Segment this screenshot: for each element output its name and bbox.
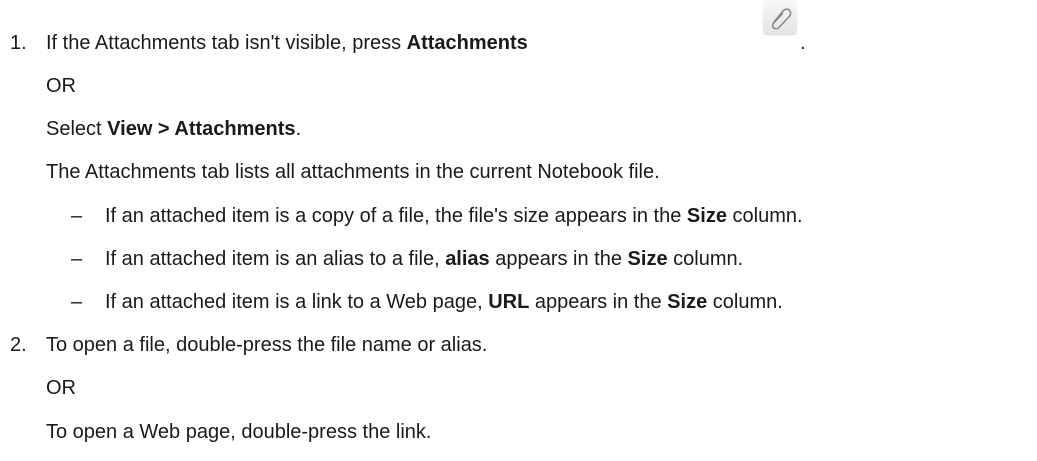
select-period: . <box>295 118 302 140</box>
step-1-instruction: If the Attachments tab isn't visible, pr… <box>46 31 528 55</box>
url-label: URL <box>488 291 530 313</box>
step-1-text: If the Attachments tab isn't visible, pr… <box>46 32 407 54</box>
view-attachments-menu-path: View > Attachments <box>107 118 296 140</box>
bullet-dash: – <box>71 291 83 313</box>
bullet-text-mid: appears in the <box>529 291 668 313</box>
bullet-text-post: column. <box>707 291 783 313</box>
select-text: Select <box>46 118 108 140</box>
bullet-text-pre: If an attached item is a link to a Web p… <box>105 291 489 313</box>
bullet-dash: – <box>71 248 83 270</box>
bullet-text-pre: If an attached item is a copy of a file,… <box>105 205 687 227</box>
step-1-number: 1. <box>10 32 27 54</box>
bullet-text-post: column. <box>667 248 744 270</box>
bullet-text: If an attached item is a copy of a file,… <box>105 204 803 228</box>
size-column-label: Size <box>686 205 727 227</box>
bullet-text: If an attached item is an alias to a fil… <box>105 247 743 271</box>
step-2-number: 2. <box>10 334 27 356</box>
attachments-tab-description: The Attachments tab lists all attachment… <box>46 161 660 183</box>
bullet-dash: – <box>71 205 83 227</box>
bullet-text-post: column. <box>726 205 803 227</box>
bullet-text: If an attached item is a link to a Web p… <box>105 290 783 314</box>
step-2-alt-text: To open a Web page, double-press the lin… <box>46 421 432 443</box>
step-2-or: OR <box>46 377 76 399</box>
step-2-text: To open a file, double-press the file na… <box>46 334 488 356</box>
bullet-text-mid: appears in the <box>489 248 628 270</box>
size-column-label: Size <box>667 291 708 313</box>
step-1-period: . <box>800 32 806 54</box>
attachments-label: Attachments <box>406 32 528 54</box>
paperclip-icon[interactable] <box>763 0 797 34</box>
step-1-select-line: Select View > Attachments. <box>46 117 301 141</box>
size-column-label: Size <box>627 248 668 270</box>
step-1-or: OR <box>46 75 76 97</box>
bullet-text-pre: If an attached item is an alias to a fil… <box>105 248 446 270</box>
alias-label: alias <box>445 248 490 270</box>
